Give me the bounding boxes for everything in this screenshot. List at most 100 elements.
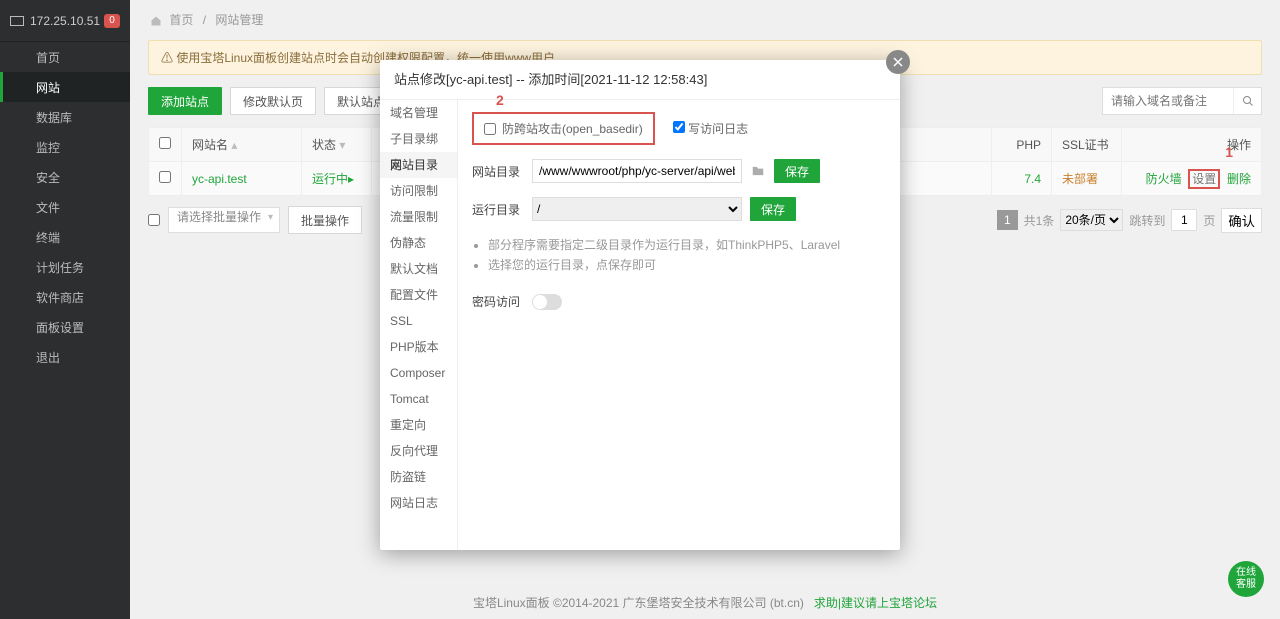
tab-reverse-proxy[interactable]: 反向代理 (380, 438, 457, 464)
batch-select[interactable]: 请选择批量操作 (168, 207, 280, 233)
breadcrumb-home[interactable]: 首页 (169, 13, 193, 27)
sidebar-item-website[interactable]: 网站 (0, 72, 130, 102)
site-name-link[interactable]: yc-api.test (192, 172, 247, 186)
footer-link[interactable]: 求助|建议请上宝塔论坛 (814, 596, 937, 610)
notification-badge[interactable]: 0 (104, 14, 120, 28)
modal-close-button[interactable] (886, 50, 910, 74)
tab-php-version[interactable]: PHP版本 (380, 334, 457, 360)
batch-action-button[interactable]: 批量操作 (288, 206, 362, 234)
field-password: 密码访问 (472, 293, 886, 310)
tab-ssl[interactable]: SSL (380, 308, 457, 334)
th-status[interactable]: 状态 (312, 138, 336, 152)
store-icon (14, 290, 28, 304)
open-basedir-wrap: 防跨站攻击(open_basedir) (472, 112, 655, 145)
search-input[interactable] (1103, 88, 1233, 114)
tab-traffic-limit[interactable]: 流量限制 (380, 204, 457, 230)
sidebar-item-logout[interactable]: 退出 (0, 342, 130, 372)
input-webdir[interactable] (532, 159, 742, 183)
sidebar-item-cron[interactable]: 计划任务 (0, 252, 130, 282)
modal-tabs: 域名管理 子目录绑定 网站目录 访问限制 流量限制 伪静态 默认文档 配置文件 … (380, 100, 458, 550)
save-webdir-button[interactable]: 保存 (774, 159, 820, 183)
pager-pagesize[interactable]: 20条/页 (1060, 209, 1123, 231)
access-log-label: 写访问日志 (688, 122, 748, 136)
close-icon (892, 56, 904, 68)
sidebar-item-store[interactable]: 软件商店 (0, 282, 130, 312)
op-firewall[interactable]: 防火墙 (1146, 172, 1182, 186)
sidebar-item-settings[interactable]: 面板设置 (0, 312, 130, 342)
database-icon (14, 110, 28, 124)
tab-composer[interactable]: Composer (380, 360, 457, 386)
breadcrumb-sep: / (203, 13, 206, 27)
th-name[interactable]: 网站名 (192, 138, 228, 152)
modal-title: 站点修改[yc-api.test] -- 添加时间[2021-11-12 12:… (380, 60, 900, 100)
site-status[interactable]: 运行中▸ (312, 172, 354, 186)
header-ip: 172.25.10.51 (30, 14, 100, 28)
search-icon (1242, 95, 1254, 107)
modify-default-page-button[interactable]: 修改默认页 (230, 87, 316, 115)
tab-config-file[interactable]: 配置文件 (380, 282, 457, 308)
monitor-icon (14, 140, 28, 154)
shield-icon (14, 170, 28, 184)
access-log-checkbox[interactable] (673, 121, 685, 133)
tab-subdir[interactable]: 子目录绑定 (380, 126, 457, 152)
footer-text: 宝塔Linux面板 ©2014-2021 广东堡塔安全技术有限公司 (bt.cn… (473, 596, 804, 610)
tab-rewrite[interactable]: 伪静态 (380, 230, 457, 256)
tab-redirect[interactable]: 重定向 (380, 412, 457, 438)
pager-unit: 页 (1203, 212, 1215, 229)
calendar-icon (14, 260, 28, 274)
home-icon (150, 15, 162, 27)
hint-1: 部分程序需要指定二级目录作为运行目录，如ThinkPHP5、Laravel (488, 235, 886, 255)
op-delete[interactable]: 删除 (1227, 172, 1251, 186)
select-rundir[interactable]: / (532, 197, 742, 221)
sidebar-item-terminal[interactable]: 终端 (0, 222, 130, 252)
hint-2: 选择您的运行目录，点保存即可 (488, 255, 886, 275)
tab-tomcat[interactable]: Tomcat (380, 386, 457, 412)
site-edit-modal: 站点修改[yc-api.test] -- 添加时间[2021-11-12 12:… (380, 60, 900, 550)
add-site-button[interactable]: 添加站点 (148, 87, 222, 115)
sidebar: 172.25.10.51 0 首页 网站 数据库 监控 安全 文件 终端 计划任… (0, 0, 130, 619)
site-php[interactable]: 7.4 (1024, 172, 1041, 186)
help-float-button[interactable]: 在线 客服 (1228, 561, 1264, 597)
label-webdir: 网站目录 (472, 163, 524, 180)
open-basedir-checkbox[interactable] (484, 123, 496, 135)
tab-default-doc[interactable]: 默认文档 (380, 256, 457, 282)
sort-asc-icon: ▴ (231, 138, 237, 152)
sort-icon: ▾ (339, 138, 345, 152)
footer: 宝塔Linux面板 ©2014-2021 广东堡塔安全技术有限公司 (bt.cn… (130, 594, 1280, 611)
search-button[interactable] (1233, 88, 1261, 114)
annotation-1: 1 (1225, 144, 1233, 160)
batch-checkbox[interactable] (148, 214, 160, 226)
logout-icon (14, 350, 28, 364)
tab-site-log[interactable]: 网站日志 (380, 490, 457, 516)
tab-webdir[interactable]: 网站目录 (380, 152, 457, 178)
sidebar-item-home[interactable]: 首页 (0, 42, 130, 72)
save-rundir-button[interactable]: 保存 (750, 197, 796, 221)
th-php: PHP (1016, 138, 1041, 152)
folder-icon (750, 164, 766, 178)
sidebar-item-monitor[interactable]: 监控 (0, 132, 130, 162)
home-icon (14, 50, 28, 64)
tab-antileech[interactable]: 防盗链 (380, 464, 457, 490)
op-settings[interactable]: 设置 (1188, 169, 1220, 189)
tab-access-limit[interactable]: 访问限制 (380, 178, 457, 204)
pager-page-1[interactable]: 1 (997, 210, 1018, 230)
site-ssl[interactable]: 未部署 (1062, 172, 1098, 186)
open-basedir-label: 防跨站攻击(open_basedir) (502, 120, 643, 137)
folder-browse-button[interactable] (750, 164, 766, 178)
tab-domain[interactable]: 域名管理 (380, 100, 457, 126)
pager-confirm[interactable]: 确认 (1221, 208, 1262, 233)
sidebar-item-database[interactable]: 数据库 (0, 102, 130, 132)
pager-jump-label: 跳转到 (1129, 212, 1165, 229)
select-all-checkbox[interactable] (159, 137, 171, 149)
hints: 部分程序需要指定二级目录作为运行目录，如ThinkPHP5、Laravel 选择… (472, 235, 886, 275)
sidebar-item-files[interactable]: 文件 (0, 192, 130, 222)
pager-jump-input[interactable] (1171, 209, 1197, 231)
annotation-2: 2 (496, 92, 504, 108)
gear-icon (14, 320, 28, 334)
row-checkbox[interactable] (159, 171, 171, 183)
sidebar-item-security[interactable]: 安全 (0, 162, 130, 192)
pager: 1 共1条 20条/页 跳转到 页 确认 (997, 208, 1262, 233)
label-password: 密码访问 (472, 293, 524, 310)
search-box (1102, 87, 1262, 115)
password-toggle[interactable] (532, 294, 562, 310)
